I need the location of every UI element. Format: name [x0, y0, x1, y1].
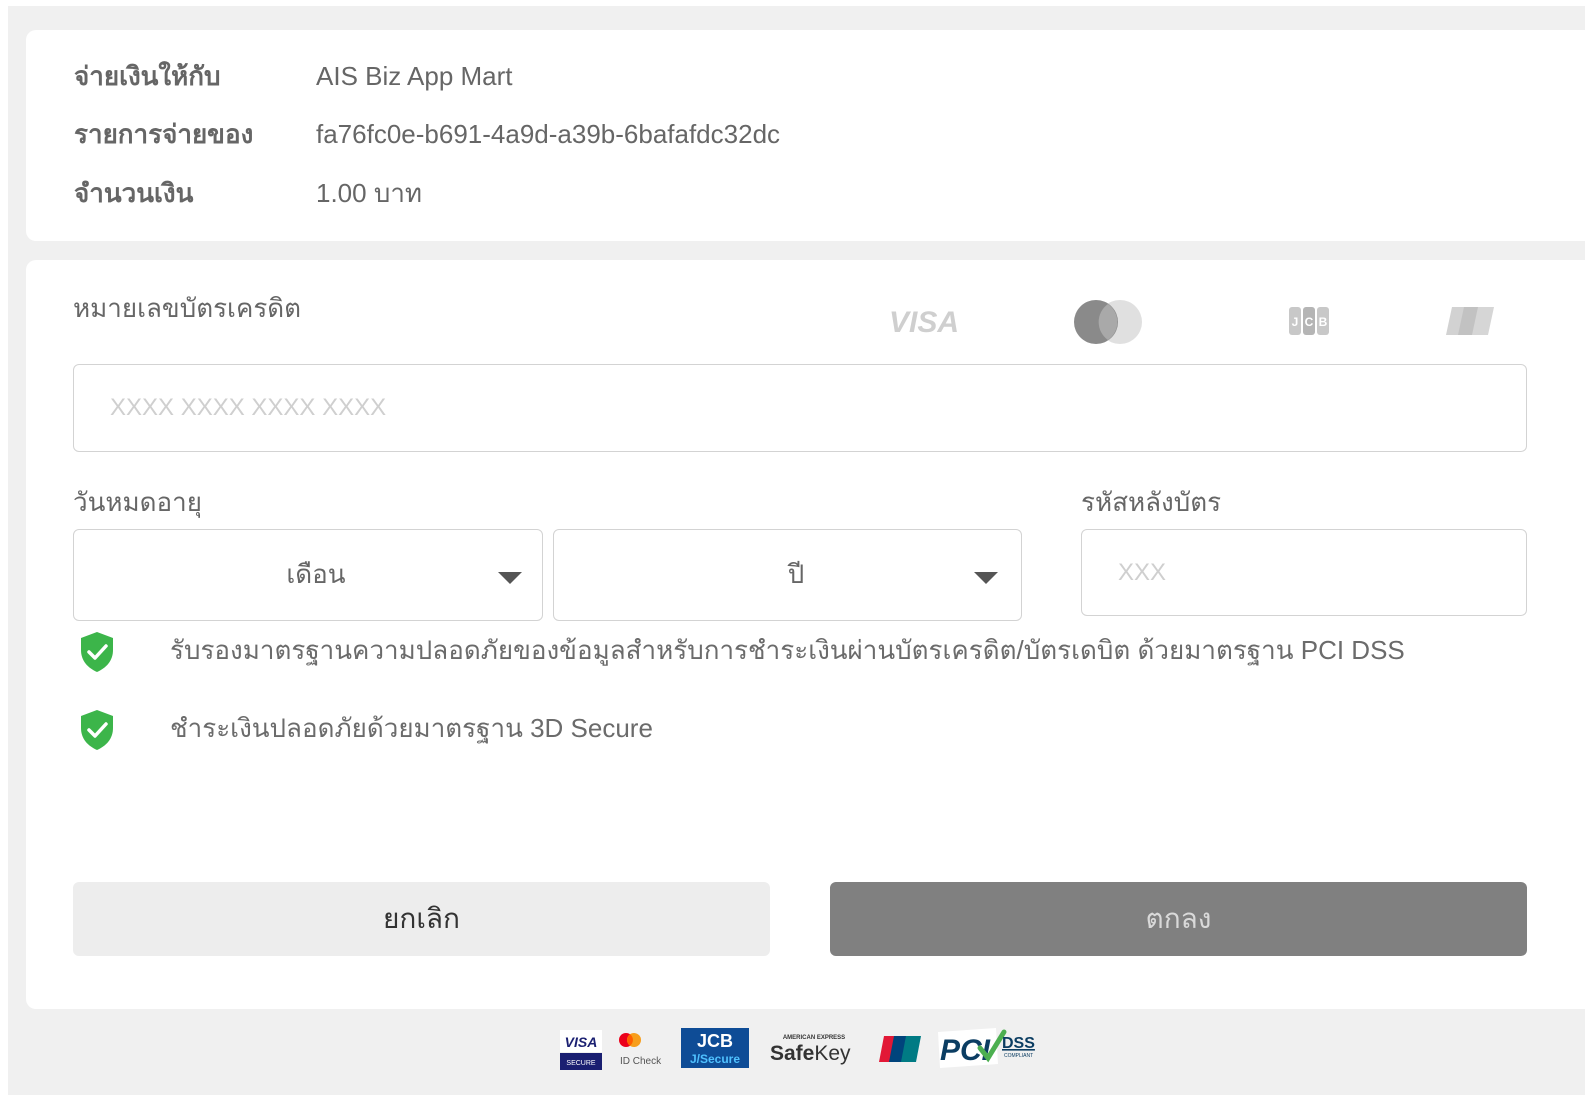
jcb-secure-top-text: JCB	[697, 1031, 733, 1051]
jcb-logo-icon: J C B	[1289, 307, 1329, 335]
svg-text:B: B	[1319, 315, 1328, 329]
amex-safekey-key-text: Key	[814, 1042, 851, 1065]
pay-to-label: จ่ายเงินให้กับ	[74, 61, 221, 91]
cancel-button[interactable]: ยกเลิก	[73, 882, 770, 956]
cvv-label: รหัสหลังบัตร	[1081, 487, 1222, 517]
amex-safekey-safe-text: Safe	[770, 1042, 814, 1065]
expiry-month-value: เดือน	[286, 559, 346, 589]
amount-value: 1.00 บาท	[316, 178, 423, 208]
card-number-label: หมายเลขบัตรเครดิต	[73, 293, 302, 323]
visa-logo-text: VISA	[889, 306, 959, 339]
pci-dss-logo: PCI DSS COMPLIANT	[938, 1028, 1035, 1068]
visa-logo-icon: VISA	[889, 306, 959, 339]
expiry-label: วันหมดอายุ	[73, 487, 202, 517]
pci-dss-small-text: COMPLIANT	[1004, 1053, 1033, 1059]
chevron-down-icon	[498, 572, 522, 584]
amex-safekey-logo: AMERICAN EXPRESS SafeKey	[770, 1035, 851, 1065]
3d-secure-text: ชำระเงินปลอดภัยด้วยมาตรฐาน 3D Secure	[170, 713, 653, 743]
mastercard-id-check-text: ID Check	[620, 1056, 662, 1067]
card-form-card: หมายเลขบัตรเครดิต VISA J C B วันหมดอายุ	[26, 260, 1585, 1009]
visa-secure-logo: VISA SECURE	[560, 1030, 602, 1070]
expiry-month-select[interactable]: เดือน	[73, 529, 543, 621]
visa-secure-top-text: VISA	[565, 1034, 598, 1050]
amex-safekey-top-text: AMERICAN EXPRESS	[783, 1035, 845, 1041]
card-brand-logos: VISA J C B	[884, 290, 1494, 354]
svg-text:J: J	[1292, 315, 1299, 329]
shield-check-icon	[81, 710, 113, 750]
amount-label: จำนวนเงิน	[74, 178, 194, 208]
payment-summary-card: จ่ายเงินให้กับ AIS Biz App Mart รายการจ่…	[26, 30, 1585, 241]
expiry-year-value: ปี	[787, 559, 805, 589]
jcb-secure-logo: JCB J/Secure	[681, 1028, 749, 1068]
pci-dss-side-text: DSS	[1002, 1035, 1035, 1052]
chevron-down-icon	[974, 572, 998, 584]
mastercard-logo-icon	[1074, 300, 1142, 344]
svg-text:C: C	[1305, 315, 1314, 329]
card-number-input[interactable]	[73, 364, 1527, 452]
shield-check-icon	[81, 632, 113, 672]
unionpay-footer-logo	[879, 1036, 921, 1062]
cvv-input[interactable]	[1081, 529, 1527, 616]
pci-dss-text: รับรองมาตรฐานความปลอดภัยของข้อมูลสำหรับก…	[170, 635, 1405, 665]
svg-text:SafeKey: SafeKey	[770, 1042, 851, 1065]
jcb-secure-bottom-text: J/Secure	[690, 1052, 740, 1066]
expiry-year-select[interactable]: ปี	[553, 529, 1022, 621]
footer-security-logos: VISA SECURE ID Check JCB J/Secure AMERIC…	[560, 1026, 1050, 1076]
ok-button[interactable]: ตกลง	[830, 882, 1527, 956]
mastercard-id-check-logo: ID Check	[619, 1033, 662, 1067]
pay-to-value: AIS Biz App Mart	[316, 61, 513, 91]
order-value: fa76fc0e-b691-4a9d-a39b-6bafafdc32dc	[316, 119, 781, 149]
order-label: รายการจ่ายของ	[74, 119, 254, 149]
unionpay-logo-icon	[1446, 307, 1494, 335]
visa-secure-bottom-text: SECURE	[566, 1060, 596, 1067]
